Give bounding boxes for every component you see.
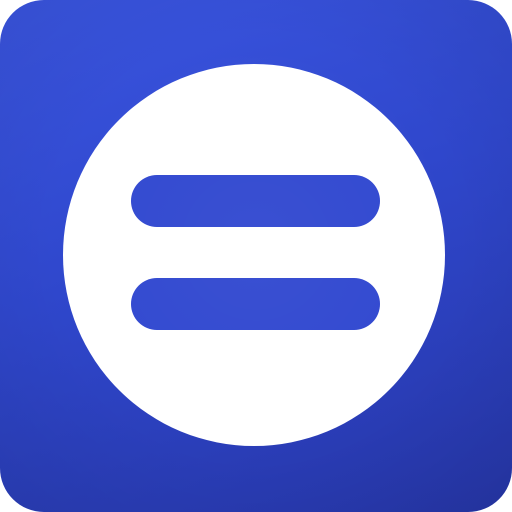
app-icon[interactable] xyxy=(0,0,512,512)
white-circle xyxy=(63,64,445,446)
equals-icon-top-bar xyxy=(131,175,380,227)
equals-icon-bottom-bar xyxy=(131,278,380,330)
